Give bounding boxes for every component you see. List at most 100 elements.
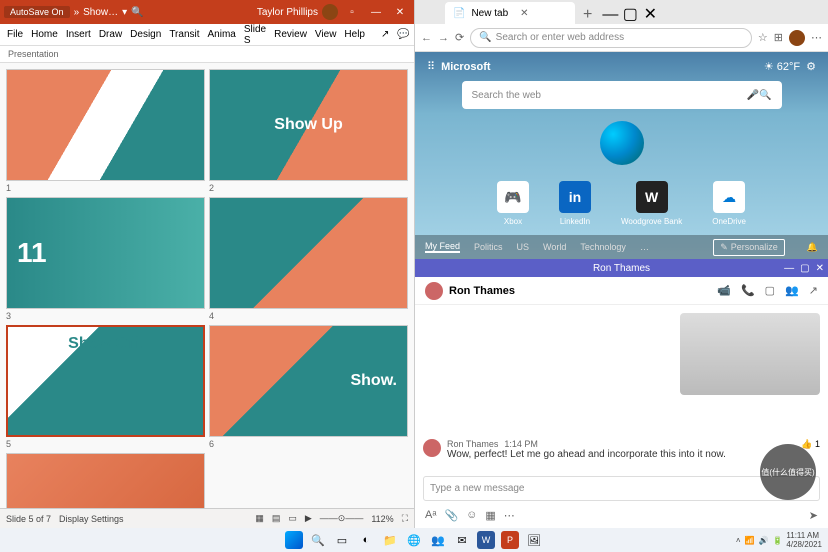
minimize-icon[interactable]: — [784,263,794,274]
emoji-icon[interactable]: ☺ [466,509,477,522]
zoom-slider[interactable]: ——⊙—— [320,513,364,524]
close-tab-icon[interactable]: ✕ [520,8,528,19]
teams-taskbar-icon[interactable]: 👥 [429,531,447,549]
view-sorter-icon[interactable]: ▤ [272,513,281,524]
search-submit-icon[interactable]: 🔍 [759,90,771,101]
powerpoint-taskbar-icon[interactable]: P [501,531,519,549]
view-normal-icon[interactable]: ▦ [255,513,264,524]
battery-icon[interactable]: 🔋 [772,536,782,545]
explorer-icon[interactable]: 📁 [381,531,399,549]
feed-tab-politics[interactable]: Politics [474,242,503,252]
fit-icon[interactable]: ⛶ [402,513,408,524]
more-icon[interactable]: » [74,7,80,18]
ntp-search[interactable]: Search the web 🎤 🔍 [462,81,782,109]
add-people-icon[interactable]: 👥 [785,284,799,297]
tray-chevron-icon[interactable]: ˄ [736,536,741,545]
search-icon[interactable]: 🔍 [309,531,327,549]
tab-file[interactable]: File [4,27,26,42]
collections-icon[interactable]: ⊞ [774,31,783,44]
word-icon[interactable]: W [477,531,495,549]
autosave-toggle[interactable]: AutoSave On [4,6,70,18]
attach-icon[interactable]: 📎 [444,509,458,522]
feed-tab-world[interactable]: World [543,242,566,252]
slide-thumb[interactable]: Show. [6,69,205,181]
personalize-button[interactable]: ✎ Personalize [713,239,785,256]
feed-tab-tech[interactable]: Technology [580,242,626,252]
mail-icon[interactable]: ✉ [453,531,471,549]
tab-animations[interactable]: Anima [205,27,239,42]
share-icon[interactable]: ↗ [378,27,392,42]
widgets-icon[interactable]: ◐ [357,531,375,549]
quicklink-onedrive[interactable]: ☁OneDrive [712,181,746,226]
quicklink-xbox[interactable]: 🎮Xbox [497,181,529,226]
maximize-icon[interactable]: ▢ [620,4,640,24]
waffle-icon[interactable]: ⠿ [427,60,435,73]
notifications-icon[interactable]: 🔔 [807,242,818,253]
slide-thumb[interactable]: 11 [6,197,205,309]
quicklink-woodgrove[interactable]: WWoodgrove Bank [621,181,682,226]
maximize-icon[interactable]: ▢ [800,263,809,274]
display-settings[interactable]: Display Settings [59,514,124,524]
view-slideshow-icon[interactable]: ▶ [305,513,312,524]
user-avatar[interactable] [322,4,338,20]
tab-home[interactable]: Home [28,27,61,42]
clock[interactable]: 11:11 AM4/28/2021 [786,531,822,549]
contact-avatar[interactable] [425,282,443,300]
menu-icon[interactable]: ⋯ [811,31,822,44]
settings-gear-icon[interactable]: ⚙ [806,60,816,73]
feed-tab-us[interactable]: US [517,242,530,252]
browser-tab[interactable]: 📄 New tab ✕ [445,2,575,24]
shared-media-thumb[interactable] [680,313,820,395]
restore-icon[interactable]: ▫ [342,7,362,18]
send-icon[interactable]: ➤ [809,509,818,522]
tab-insert[interactable]: Insert [63,27,94,42]
weather-widget[interactable]: ☀ 62°F [764,60,800,73]
video-call-icon[interactable]: 📹 [717,284,731,297]
feed-tab-myfeed[interactable]: My Feed [425,241,460,253]
new-tab-button[interactable]: + [575,6,600,24]
tab-slideshow[interactable]: Slide S [241,22,269,48]
slide-thumb[interactable]: Show. [209,325,408,437]
tab-design[interactable]: Design [127,27,164,42]
audio-call-icon[interactable]: 📞 [741,284,755,297]
tab-review[interactable]: Review [271,27,310,42]
photos-icon[interactable]: 🖼 [525,531,543,549]
format-icon[interactable]: Aᵃ [425,509,436,522]
minimize-icon[interactable]: — [600,6,620,24]
screenshare-icon[interactable]: ▢ [765,284,775,297]
close-icon[interactable]: ✕ [640,4,660,24]
view-reading-icon[interactable]: ▭ [288,513,297,524]
taskview-icon[interactable]: ▭ [333,531,351,549]
back-icon[interactable]: ← [421,32,432,44]
address-bar[interactable]: 🔍 Search or enter web address [470,28,752,48]
volume-icon[interactable]: 🔊 [758,536,768,545]
wifi-icon[interactable]: 📶 [745,536,755,545]
popout-icon[interactable]: ↗ [809,284,818,297]
slide-thumb[interactable]: Show Up [209,69,408,181]
more-compose-icon[interactable]: ⋯ [504,509,515,522]
forward-icon[interactable]: → [438,32,449,44]
tab-help[interactable]: Help [341,27,368,42]
minimize-icon[interactable]: — [366,7,386,18]
slide-thumb[interactable] [6,453,205,508]
feed-tab-more[interactable]: … [640,242,649,252]
close-icon[interactable]: ✕ [816,263,824,274]
tab-draw[interactable]: Draw [96,27,125,42]
profile-avatar[interactable] [789,30,805,46]
slide-thumb-selected[interactable]: Show Off. [6,325,205,437]
zoom-level[interactable]: 112% [371,514,393,524]
edge-taskbar-icon[interactable]: 🌐 [405,531,423,549]
voice-icon[interactable]: 🎤 [747,90,759,101]
quicklink-linkedin[interactable]: inLinkedIn [559,181,591,226]
close-icon[interactable]: ✕ [390,7,410,18]
favorites-icon[interactable]: ☆ [758,31,768,44]
refresh-icon[interactable]: ⟳ [455,31,464,44]
start-button[interactable] [285,531,303,549]
gif-icon[interactable]: ▦ [485,509,495,522]
comments-icon[interactable]: 💬 [394,27,412,42]
tab-view[interactable]: View [312,27,340,42]
tab-transitions[interactable]: Transit [166,27,202,42]
dropdown-icon[interactable]: ▾ [122,7,127,18]
search-icon[interactable]: 🔍 [131,7,143,18]
slide-thumb[interactable] [209,197,408,309]
